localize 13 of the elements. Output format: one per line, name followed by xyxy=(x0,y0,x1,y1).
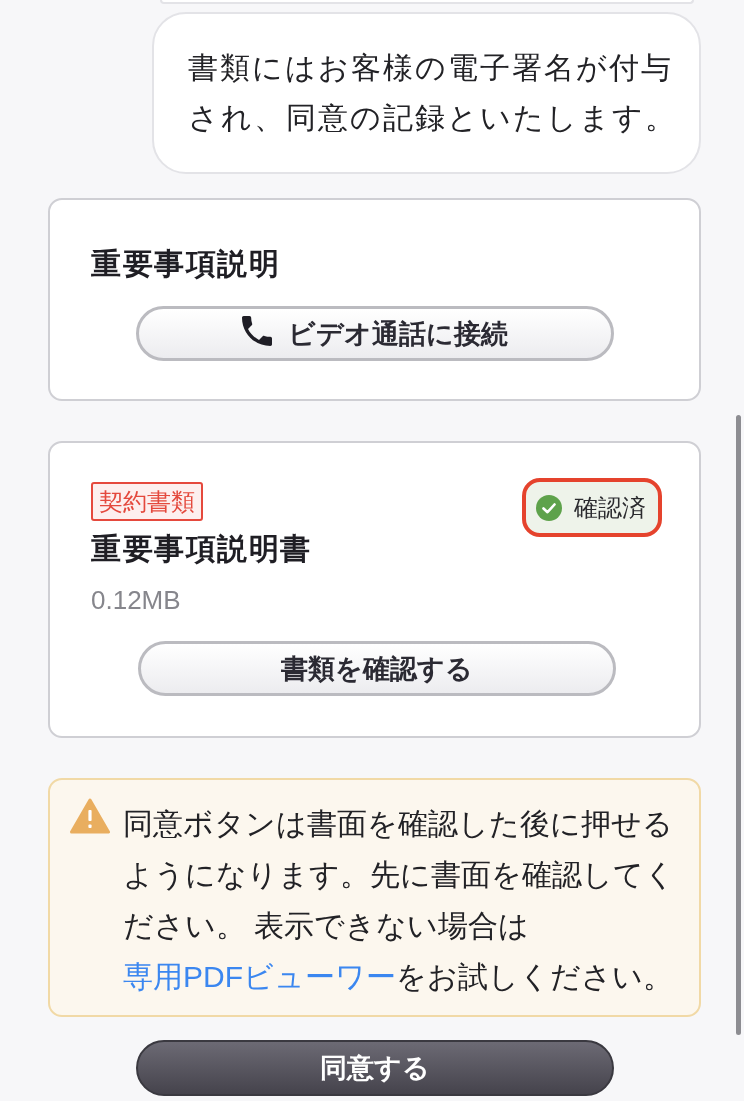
message-text: 書類にはお客様の電子署名が付与され、同意の記録といたします。 xyxy=(188,50,678,136)
phone-icon xyxy=(242,315,272,346)
document-tag: 契約書類 xyxy=(91,482,203,521)
view-document-button[interactable]: 書類を確認する xyxy=(137,641,616,696)
warning-text: 同意ボタンは書面を確認した後に押せるようになります。先に書面を確認してください。 表示できない場合は 専用PDFビューワーをお試しください。 xyxy=(123,806,676,995)
document-title: 重要事項説明書 xyxy=(91,531,312,567)
warning-icon xyxy=(70,798,110,834)
agree-button[interactable]: 同意する xyxy=(135,1040,614,1096)
status-text: 確認済 xyxy=(574,492,646,523)
file-size: 0.12MB xyxy=(91,584,181,616)
video-call-button[interactable]: ビデオ通話に接続 xyxy=(136,306,614,361)
card-title: 重要事項説明 xyxy=(91,246,280,282)
scrollbar[interactable] xyxy=(736,415,741,1035)
